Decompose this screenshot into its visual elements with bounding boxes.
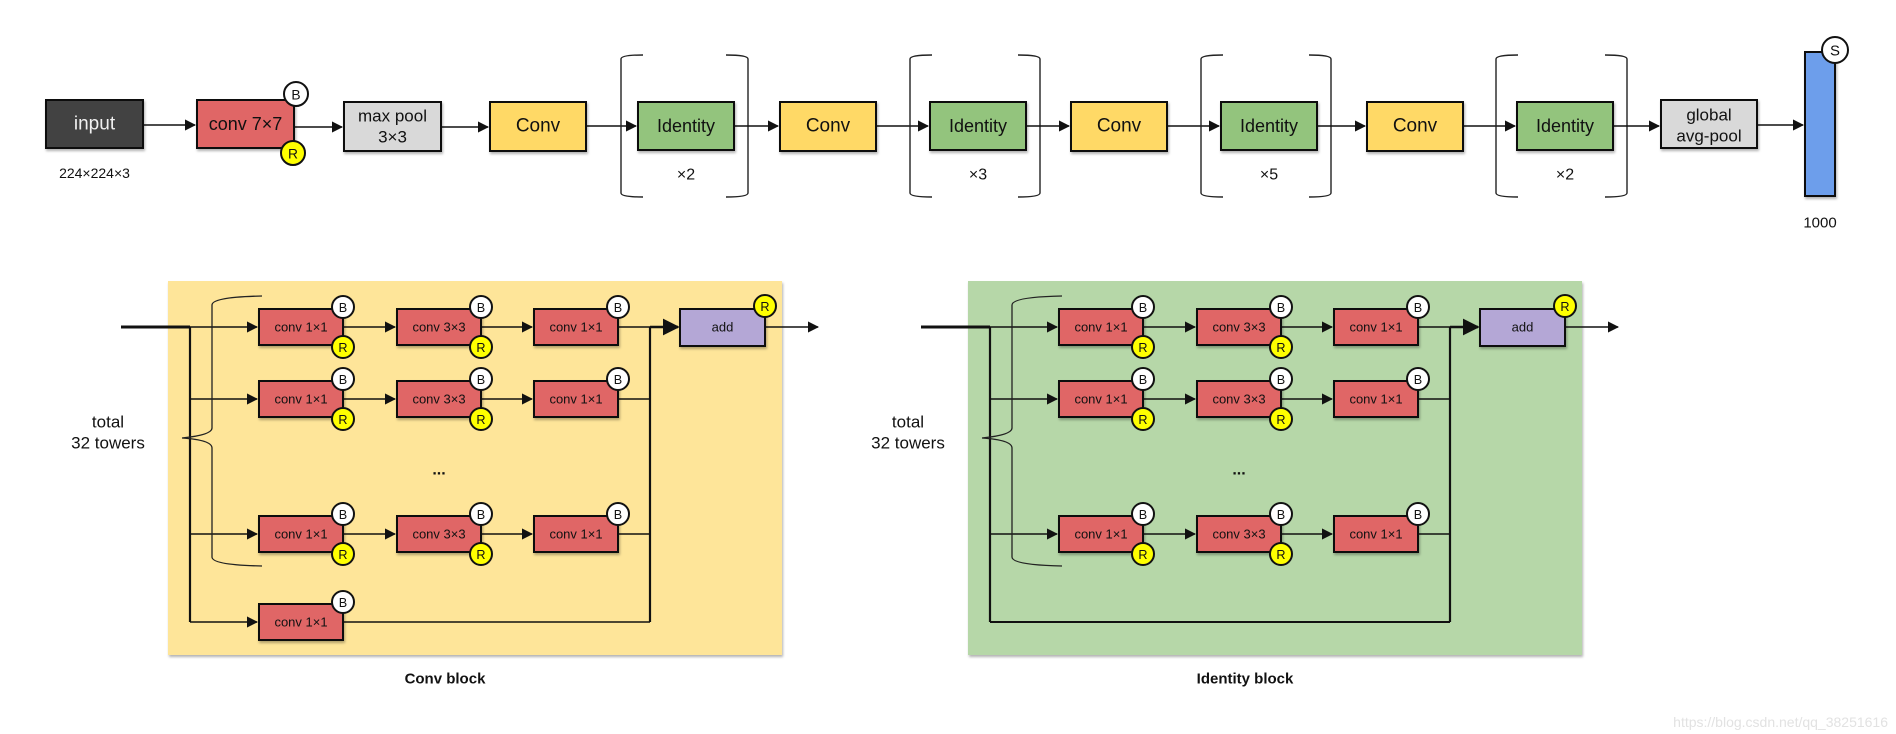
fc-softmax-bar: [1804, 51, 1836, 197]
identity-block-ellipsis: ...: [1232, 462, 1245, 479]
stage2-repeat-count: ×3: [969, 167, 987, 184]
conv-block-tower3-layer2-label: conv 3×3: [412, 527, 465, 542]
watermark-text: https://blog.csdn.net/qq_38251616: [1673, 714, 1888, 730]
stage2-conv-label: Conv: [806, 116, 851, 137]
conv-block-ellipsis: ...: [432, 462, 445, 479]
identity-block-tower3-layer2-badge-relu-letter: R: [1276, 548, 1285, 562]
conv-block-title: Conv block: [405, 671, 487, 688]
stage4-repeat-count: ×2: [1556, 167, 1574, 184]
identity-block-tower1-layer3-label: conv 1×1: [1349, 320, 1402, 335]
identity-block-tower1-layer1-label: conv 1×1: [1074, 320, 1127, 335]
conv-block-tower2-layer1-badge-relu-letter: R: [338, 413, 347, 427]
conv-block-add-label: add: [712, 320, 734, 335]
conv-block-towers-label-line2: 32 towers: [71, 434, 145, 453]
conv-block-tower2-layer2-badge-relu-letter: R: [476, 413, 485, 427]
conv-block-tower1-layer2-badge-batchnorm-letter: B: [477, 301, 485, 315]
conv7x7-label: conv 7×7: [209, 114, 283, 134]
fc-output-size-caption: 1000: [1803, 215, 1836, 232]
fc-badge-softmax-letter: S: [1830, 43, 1840, 60]
identity-block-tower2-layer1-badge-batchnorm-letter: B: [1139, 373, 1147, 387]
conv-block-tower1-layer1-badge-batchnorm-letter: B: [339, 301, 347, 315]
identity-block-tower2-layer2-label: conv 3×3: [1212, 392, 1265, 407]
identity-block-tower2-layer1-label: conv 1×1: [1074, 392, 1127, 407]
conv-block-tower3-layer3-label: conv 1×1: [549, 527, 602, 542]
stage1-conv-label: Conv: [516, 116, 561, 137]
identity-block-title: Identity block: [1197, 671, 1294, 688]
global-avgpool-label-line1: global: [1686, 106, 1731, 125]
identity-block-tower1-layer2-badge-relu-letter: R: [1276, 341, 1285, 355]
conv-block-add-badge-relu-letter: R: [760, 300, 769, 314]
maxpool-label-line2: 3×3: [378, 128, 407, 147]
identity-block-tower1-layer2-badge-batchnorm-letter: B: [1277, 301, 1285, 315]
stage3-conv-label: Conv: [1097, 116, 1142, 137]
conv-block-tower3-layer1-badge-relu-letter: R: [338, 548, 347, 562]
identity-block-tower2-layer1-badge-relu-letter: R: [1138, 413, 1147, 427]
conv-block-tower2-layer1-badge-batchnorm-letter: B: [339, 373, 347, 387]
stage4-conv-label: Conv: [1393, 116, 1438, 137]
identity-block-tower1-layer1-badge-batchnorm-letter: B: [1139, 301, 1147, 315]
conv-block-tower2-layer2-label: conv 3×3: [412, 392, 465, 407]
stage3-identity-label: Identity: [1240, 116, 1298, 136]
conv-block-tower3-layer3-badge-batchnorm-letter: B: [614, 508, 622, 522]
conv7x7-badge-batchnorm-letter: B: [291, 88, 300, 103]
conv-block-tower3-layer1-label: conv 1×1: [274, 527, 327, 542]
global-avgpool-label-line2: avg-pool: [1676, 127, 1741, 146]
identity-block-tower1-layer3-badge-batchnorm-letter: B: [1414, 301, 1422, 315]
stage1-identity-label: Identity: [657, 116, 715, 136]
identity-block-tower3-layer1-label: conv 1×1: [1074, 527, 1127, 542]
conv-block-tower1-layer2-label: conv 3×3: [412, 320, 465, 335]
identity-block-tower2-layer3-badge-batchnorm-letter: B: [1414, 373, 1422, 387]
identity-block-tower3-layer1-badge-batchnorm-letter: B: [1139, 508, 1147, 522]
identity-block-tower1-layer2-label: conv 3×3: [1212, 320, 1265, 335]
resnext-architecture-diagram: input 224×224×3 conv 7×7 B Rmax pool 3×3 Conv I…: [45, 36, 1849, 688]
identity-block-tower3-layer1-badge-relu-letter: R: [1138, 548, 1147, 562]
input-label: input: [74, 114, 116, 135]
conv-block-tower2-layer1-label: conv 1×1: [274, 392, 327, 407]
conv-block-tower1-layer3-label: conv 1×1: [549, 320, 602, 335]
conv-block-tower2-layer3-badge-batchnorm-letter: B: [614, 373, 622, 387]
identity-block-towers-label-line2: 32 towers: [871, 434, 945, 453]
identity-block-tower1-layer1-badge-relu-letter: R: [1138, 341, 1147, 355]
identity-block-tower3-layer2-badge-batchnorm-letter: B: [1277, 508, 1285, 522]
identity-block-tower3-layer2-label: conv 3×3: [1212, 527, 1265, 542]
conv-block-tower3-layer2-badge-relu-letter: R: [476, 548, 485, 562]
identity-block-tower3-layer3-label: conv 1×1: [1349, 527, 1402, 542]
stage2-identity-label: Identity: [949, 116, 1007, 136]
conv-block-tower1-layer2-badge-relu-letter: R: [476, 341, 485, 355]
identity-block-towers-label-line1: total: [892, 413, 924, 432]
conv-block-shortcut-badge-batchnorm-letter: B: [339, 596, 347, 610]
conv-block-tower3-layer1-badge-batchnorm-letter: B: [339, 508, 347, 522]
conv-block-tower2-layer2-badge-batchnorm-letter: B: [477, 373, 485, 387]
stage1-repeat-count: ×2: [677, 167, 695, 184]
conv-block-tower1-layer1-badge-relu-letter: R: [338, 341, 347, 355]
conv-block-shortcut-label: conv 1×1: [274, 615, 327, 630]
identity-block-tower2-layer3-label: conv 1×1: [1349, 392, 1402, 407]
identity-block-add-label: add: [1512, 320, 1534, 335]
conv-block-tower3-layer2-badge-batchnorm-letter: B: [477, 508, 485, 522]
conv-block-tower2-layer3-label: conv 1×1: [549, 392, 602, 407]
identity-block-tower2-layer2-badge-batchnorm-letter: B: [1277, 373, 1285, 387]
maxpool-label-line1: max pool: [358, 107, 427, 126]
stage4-identity-label: Identity: [1536, 116, 1594, 136]
input-size-caption: 224×224×3: [59, 165, 130, 181]
identity-block-add-badge-relu-letter: R: [1560, 300, 1569, 314]
conv-block-tower1-layer3-badge-batchnorm-letter: B: [614, 301, 622, 315]
identity-block-tower3-layer3-badge-batchnorm-letter: B: [1414, 508, 1422, 522]
conv-block-tower1-layer1-label: conv 1×1: [274, 320, 327, 335]
identity-block-tower2-layer2-badge-relu-letter: R: [1276, 413, 1285, 427]
conv7x7-badge-relu-letter: R: [288, 147, 298, 162]
conv-block-towers-label-line1: total: [92, 413, 124, 432]
stage3-repeat-count: ×5: [1260, 167, 1278, 184]
